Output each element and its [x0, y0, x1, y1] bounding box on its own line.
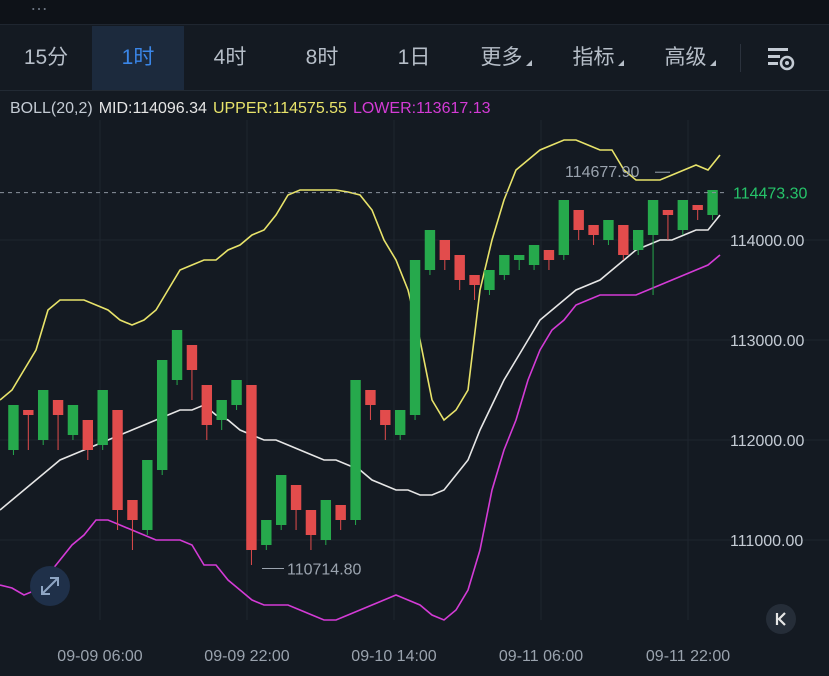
candle-body	[513, 255, 525, 260]
candle-body	[171, 330, 183, 380]
candle-body	[394, 410, 406, 435]
candle-body	[469, 275, 480, 285]
candle-body	[647, 200, 659, 235]
tab-2[interactable]: 4时	[184, 26, 276, 90]
dropdown-triangle-icon	[617, 60, 624, 66]
y-axis: 114000.00 113000.00 112000.00 111000.00	[730, 233, 805, 550]
candle-body	[558, 200, 570, 255]
x-tick-label: 09-11 22:00	[646, 648, 730, 665]
tab-label: 8时	[305, 46, 339, 69]
candle-body	[662, 210, 674, 215]
boll-legend: BOLL(20,2) MID:114096.34 UPPER:114575.55 LO…	[10, 100, 497, 118]
candle-body	[275, 475, 287, 525]
tab-label: 15分	[23, 46, 69, 69]
candle-body	[573, 210, 584, 230]
high-price-label: 114677.90	[565, 164, 640, 181]
candle-body	[320, 500, 332, 540]
candle-body	[707, 190, 718, 215]
candle-body	[692, 205, 703, 210]
y-tick-label: 112000.00	[730, 433, 805, 450]
candle-body	[588, 225, 599, 235]
x-axis: 09-09 06:00 09-09 22:00 09-10 14:00 09-11 0…	[57, 648, 730, 665]
tab-0[interactable]: 15分	[0, 26, 92, 90]
title-fragment: …	[30, 0, 48, 14]
jump-to-latest-icon	[775, 612, 786, 626]
x-tick-label: 09-09 22:00	[204, 648, 290, 665]
candle-body	[67, 405, 79, 435]
dropdown-triangle-icon	[525, 60, 532, 66]
x-tick-label: 09-09 06:00	[57, 648, 143, 665]
candle-body	[499, 255, 510, 275]
candle-body	[231, 380, 242, 405]
tab-label: 1日	[397, 46, 431, 69]
candle-body	[142, 460, 153, 530]
candle-body	[439, 240, 451, 260]
chart-settings-button[interactable]	[760, 40, 800, 76]
toolbar-divider	[740, 44, 741, 72]
candle-body	[246, 385, 257, 550]
tab-label: 1时	[121, 46, 155, 69]
candle-body	[409, 260, 421, 415]
candle-body	[97, 390, 108, 445]
candle-body	[216, 400, 227, 420]
candle-body	[618, 225, 629, 255]
candle-body	[52, 400, 64, 415]
y-tick-label: 114000.00	[730, 233, 805, 250]
candle-body	[127, 500, 138, 520]
last-price-label: 114473.30	[733, 186, 808, 203]
candle-body	[365, 390, 376, 405]
tab-label: 更多	[480, 46, 523, 69]
candle-body	[37, 390, 49, 440]
candle-body	[156, 360, 168, 470]
candle-body	[632, 230, 644, 250]
candle-body	[305, 510, 317, 535]
tab-4[interactable]: 1日	[368, 26, 460, 90]
expand-diagonal-icon	[41, 577, 59, 595]
candle-body	[8, 405, 19, 450]
candle-body	[677, 200, 689, 230]
tab-3[interactable]: 8时	[276, 26, 368, 90]
tab-label: 指标	[572, 46, 615, 69]
candle-body	[290, 485, 302, 510]
y-tick-label: 111000.00	[730, 533, 803, 550]
tab-5[interactable]: 更多	[460, 26, 552, 90]
low-price-label: 110714.80	[287, 562, 362, 579]
boll-upper: UPPER:114575.55	[212, 100, 347, 117]
candle-body	[484, 270, 495, 290]
tab-7[interactable]: 高级	[644, 26, 736, 90]
tab-6[interactable]: 指标	[552, 26, 644, 90]
tab-label: 高级	[664, 46, 707, 69]
expand-button[interactable]	[30, 566, 70, 606]
candle-body	[201, 385, 213, 425]
dropdown-triangle-icon	[709, 60, 716, 66]
tab-label: 4时	[213, 46, 247, 69]
boll-mid: MID:114096.34	[98, 100, 207, 117]
candle-body	[380, 410, 391, 425]
candle-body	[454, 255, 465, 280]
candle-body	[603, 220, 614, 240]
candle-body	[335, 505, 346, 520]
candle-body	[543, 250, 555, 260]
candle-body	[528, 245, 540, 265]
timeframe-bar: 15分 1时 4时 8时 1日 更多 指标 高级	[0, 26, 829, 91]
candlestick-chart[interactable]: 114000.00 113000.00 112000.00 111000.00 09-…	[0, 120, 829, 676]
top-title-strip: …	[0, 0, 829, 25]
boll-name: BOLL(20,2)	[10, 100, 93, 117]
x-tick-label: 09-10 14:00	[351, 648, 437, 665]
candle-body	[82, 420, 94, 450]
upper-band-line	[0, 139, 721, 422]
y-tick-label: 113000.00	[730, 333, 805, 350]
x-tick-label: 09-11 06:00	[499, 648, 583, 665]
candle-body	[261, 520, 272, 545]
candle-body	[23, 410, 34, 415]
boll-lower: LOWER:113617.13	[352, 100, 491, 117]
candle-body	[350, 380, 361, 520]
candle-body	[186, 345, 198, 370]
candle-body	[424, 230, 436, 270]
jump-to-latest-button[interactable]	[766, 604, 796, 634]
tab-1[interactable]: 1时	[92, 26, 184, 90]
chart-settings-icon	[768, 48, 795, 71]
candles	[8, 190, 718, 565]
candle-body	[112, 410, 123, 510]
